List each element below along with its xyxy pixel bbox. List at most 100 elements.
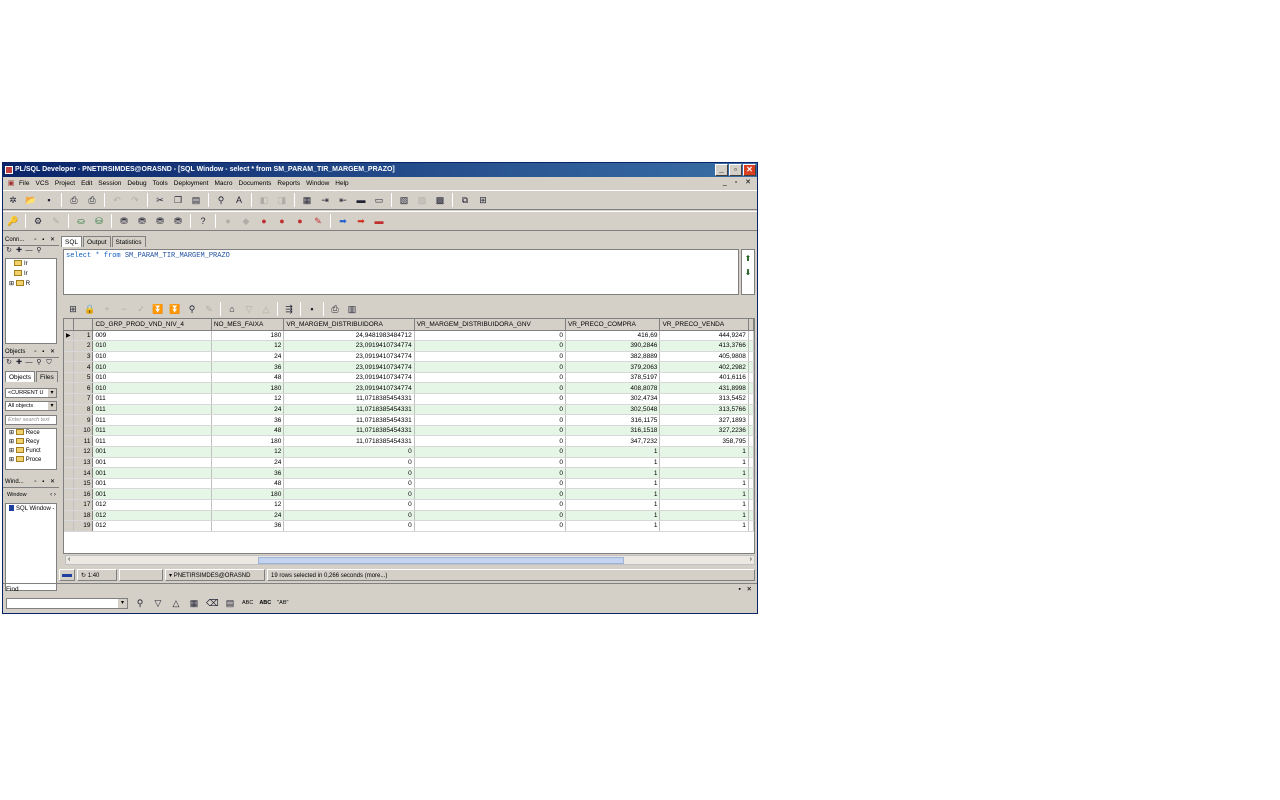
row-indicator[interactable] <box>64 510 74 522</box>
maximize-button[interactable]: ▫ <box>729 164 742 176</box>
table-cell[interactable]: 0 <box>414 414 566 426</box>
table-row[interactable]: 12 001 12 0 0 1 1 <box>64 446 754 458</box>
table-cell[interactable]: 444,9247 <box>659 330 749 342</box>
row-indicator[interactable] <box>64 404 74 416</box>
copy-icon[interactable]: ❐ <box>172 194 184 206</box>
table-cell[interactable]: 302,4734 <box>565 393 661 405</box>
horizontal-scrollbar[interactable]: ‹ › <box>65 555 755 565</box>
print-preview-icon[interactable]: ⎙ <box>86 194 98 206</box>
table-row[interactable]: 13 001 24 0 0 1 1 <box>64 457 754 469</box>
row-indicator[interactable] <box>64 446 74 458</box>
save-icon[interactable]: ▪ <box>43 194 55 206</box>
menu-project[interactable]: Project <box>52 180 78 187</box>
paste-icon[interactable]: ▤ <box>190 194 202 206</box>
table-cell[interactable]: 001 <box>92 457 212 469</box>
table-row[interactable]: 18 012 24 0 0 1 1 <box>64 510 754 522</box>
table-cell[interactable]: 0 <box>414 404 566 416</box>
add-icon[interactable]: ✚ <box>15 247 23 255</box>
table-cell[interactable]: 327,1893 <box>659 414 749 426</box>
find-icon[interactable]: ⚲ <box>35 247 43 255</box>
debug-edit-icon[interactable]: ✎ <box>312 215 324 227</box>
row-indicator[interactable] <box>64 340 74 352</box>
table-row[interactable]: 4 010 36 23,0919410734774 0 379,2063 402,2982 <box>64 361 754 373</box>
find-icon[interactable]: ⚲ <box>186 303 198 315</box>
forward-icon[interactable]: ◨ <box>276 194 288 206</box>
help-icon[interactable]: ? <box>197 215 209 227</box>
row-indicator[interactable] <box>64 414 74 426</box>
match-case-option[interactable]: ABC <box>242 600 253 606</box>
menu-window[interactable]: Window <box>303 180 332 187</box>
table-cell[interactable]: 011 <box>92 425 212 437</box>
table-cell[interactable]: 0 <box>414 372 566 384</box>
table-row[interactable]: 6 010 180 23,0919410734774 0 408,8078 431,8998 <box>64 382 754 395</box>
find-icon[interactable]: ⚲ <box>215 194 227 206</box>
table-cell[interactable]: 11,0718385454331 <box>283 414 415 426</box>
back-icon[interactable]: ◧ <box>258 194 270 206</box>
table-cell[interactable]: 1 <box>565 510 661 522</box>
table-cell[interactable]: 012 <box>92 520 212 532</box>
row-indicator[interactable] <box>64 488 74 500</box>
table-cell[interactable]: 010 <box>92 372 212 384</box>
arrow-up-icon[interactable]: ⬆ <box>743 254 753 264</box>
car-icon[interactable]: ▬ <box>373 215 385 227</box>
table-cell[interactable]: 0 <box>283 488 415 500</box>
tab-output[interactable]: Output <box>83 236 111 247</box>
column-header[interactable]: VR_MARGEM_DISTRIBUIDORA <box>283 319 415 331</box>
menu-vcs[interactable]: VCS <box>32 180 51 187</box>
table-cell[interactable]: 313,5766 <box>659 404 749 416</box>
table-cell[interactable]: 1 <box>565 488 661 500</box>
table-cell[interactable]: 48 <box>211 372 285 384</box>
column-header[interactable]: NO_MES_FAIXA <box>211 319 285 331</box>
table-cell[interactable]: 313,5452 <box>659 393 749 405</box>
table-cell[interactable]: 1 <box>659 488 749 500</box>
current-row-indicator-icon[interactable]: ▶ <box>64 330 74 342</box>
table-cell[interactable]: 0 <box>283 520 415 532</box>
table-cell[interactable]: 11,0718385454331 <box>283 425 415 437</box>
debug-stop-icon[interactable]: ● <box>294 215 306 227</box>
breakpoint-icon[interactable]: ● <box>258 215 270 227</box>
table-cell[interactable]: 0 <box>414 361 566 373</box>
export-icon[interactable]: ⇶ <box>283 303 295 315</box>
db-icon-2[interactable]: ⛃ <box>136 215 148 227</box>
find-next-icon[interactable]: ▽ <box>152 597 164 609</box>
table-cell[interactable]: 0 <box>414 351 566 363</box>
table-cell[interactable]: 180 <box>211 330 285 342</box>
table-cell[interactable]: 1 <box>565 499 661 511</box>
table-cell[interactable]: 010 <box>92 351 212 363</box>
add-row-icon[interactable]: + <box>101 303 113 315</box>
table-cell[interactable]: 011 <box>92 404 212 416</box>
table-row[interactable]: 14 001 36 0 0 1 1 <box>64 467 754 479</box>
tile-icon[interactable]: ⊞ <box>477 194 489 206</box>
commit-icon[interactable]: ⛀ <box>75 215 87 227</box>
refresh-icon[interactable]: ↻ <box>5 359 13 367</box>
table-cell[interactable]: 408,8078 <box>565 382 661 395</box>
table-cell[interactable]: 0 <box>414 510 566 522</box>
eraser-icon[interactable]: ⌫ <box>206 597 219 609</box>
sort-icon[interactable]: △ <box>260 303 272 315</box>
table-cell[interactable]: 401,6116 <box>659 372 749 384</box>
table-cell[interactable]: 12 <box>211 340 285 352</box>
arrow-right-red-icon[interactable]: ➡ <box>355 215 367 227</box>
table-cell[interactable]: 0 <box>414 457 566 469</box>
table-row[interactable]: 19 012 36 0 0 1 1 <box>64 520 754 532</box>
column-header[interactable]: VR_PRECO_VENDA <box>659 319 749 331</box>
row-indicator[interactable] <box>64 351 74 363</box>
table-cell[interactable]: 1 <box>565 457 661 469</box>
new-icon[interactable]: ✲ <box>7 194 19 206</box>
table-cell[interactable]: 1 <box>659 467 749 479</box>
result-grid[interactable]: CD_GRP_PROD_VND_NIV_4 NO_MES_FAIXA VR_MA… <box>63 318 755 554</box>
table-cell[interactable]: 011 <box>92 414 212 426</box>
table-cell[interactable]: 11,0718385454331 <box>283 393 415 405</box>
table-cell[interactable]: 0 <box>414 478 566 490</box>
table-cell[interactable]: 1 <box>659 446 749 458</box>
menu-help[interactable]: Help <box>332 180 351 187</box>
table-cell[interactable]: 402,2982 <box>659 361 749 373</box>
mdi-controls[interactable]: _ ▫ ✕ <box>723 178 754 186</box>
arrow-right-icon[interactable]: ➡ <box>337 215 349 227</box>
macro-record-icon[interactable]: ▧ <box>398 194 410 206</box>
table-cell[interactable]: 180 <box>211 435 285 448</box>
table-row[interactable]: 10 011 48 11,0718385454331 0 316,1518 327,2236 <box>64 425 754 437</box>
tree-item[interactable]: ⊞ R <box>6 279 56 289</box>
row-indicator[interactable] <box>64 520 74 532</box>
tab-sql[interactable]: SQL <box>61 236 83 247</box>
